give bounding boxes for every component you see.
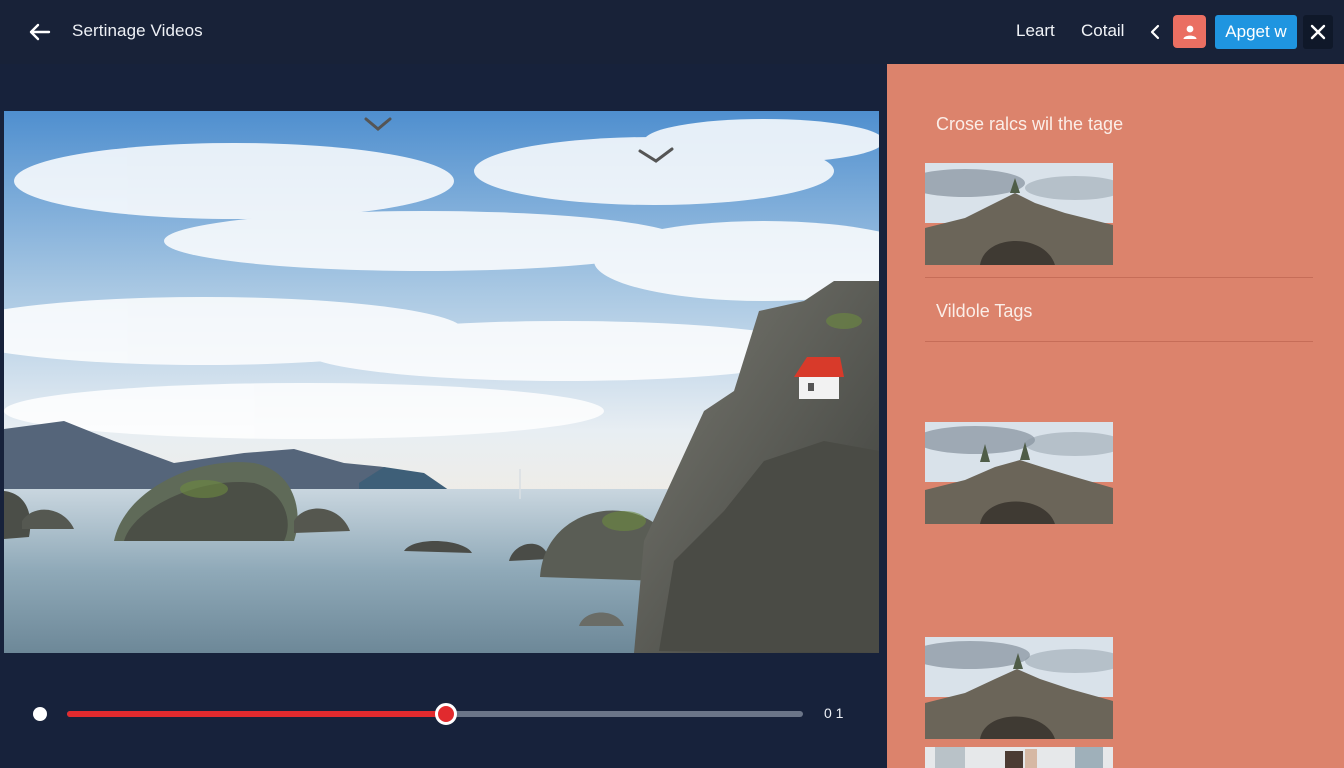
thumbnail-image bbox=[925, 637, 1113, 739]
video-thumbnail[interactable] bbox=[925, 747, 1113, 768]
top-bar: Sertinage Videos Leart Cotail Apget w bbox=[0, 0, 1344, 64]
page-title: Sertinage Videos bbox=[72, 21, 203, 40]
chevron-left-button[interactable] bbox=[1144, 20, 1166, 44]
avatar-button[interactable] bbox=[1173, 15, 1206, 48]
video-frame[interactable] bbox=[4, 111, 879, 653]
video-player-area: 0 1 bbox=[0, 64, 887, 768]
arrow-left-icon bbox=[29, 23, 51, 41]
player-controls: 0 1 bbox=[0, 694, 887, 734]
sidebar-divider bbox=[925, 341, 1313, 342]
nav-link-leart[interactable]: Leart bbox=[1016, 21, 1055, 41]
sidebar-heading-1: Crose ralcs wil the tage bbox=[936, 114, 1124, 134]
user-icon bbox=[1183, 25, 1196, 39]
chevron-left-icon bbox=[1150, 24, 1160, 40]
primary-action-button[interactable]: Apget w bbox=[1215, 15, 1297, 49]
back-button[interactable] bbox=[26, 18, 54, 46]
progress-fill bbox=[67, 711, 447, 717]
tags-sidebar: Crose ralcs wil the tage Vildole Tags bbox=[887, 64, 1344, 768]
thumbnail-image bbox=[925, 747, 1113, 768]
progress-track[interactable] bbox=[67, 703, 803, 725]
thumbnail-image bbox=[925, 422, 1113, 524]
time-label: 0 1 bbox=[824, 705, 844, 721]
sidebar-divider bbox=[925, 277, 1313, 278]
close-icon bbox=[1310, 24, 1326, 40]
close-button[interactable] bbox=[1303, 15, 1333, 49]
video-landscape-image bbox=[4, 111, 879, 653]
video-thumbnail[interactable] bbox=[925, 163, 1113, 265]
progress-thumb[interactable] bbox=[435, 703, 458, 725]
play-button[interactable] bbox=[33, 707, 47, 721]
sidebar-heading-2: Vildole Tags bbox=[936, 301, 1033, 321]
video-thumbnail[interactable] bbox=[925, 637, 1113, 739]
video-thumbnail[interactable] bbox=[925, 422, 1113, 524]
thumbnail-image bbox=[925, 163, 1113, 265]
nav-link-cotail[interactable]: Cotail bbox=[1081, 21, 1124, 41]
